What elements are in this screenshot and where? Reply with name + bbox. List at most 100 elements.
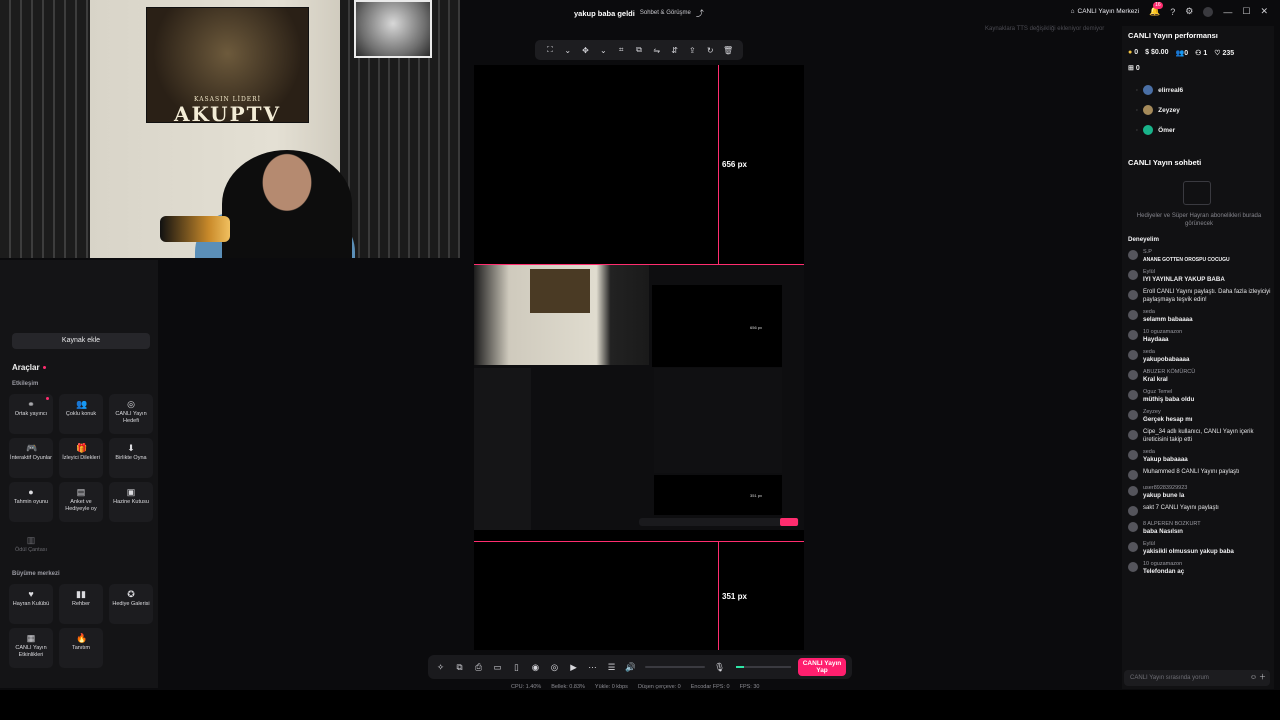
tool-fan-club[interactable]: ♥ Hayran Kulübü xyxy=(9,584,53,624)
chevron-down-icon[interactable]: ⌄ xyxy=(561,46,575,55)
chevron-down-icon[interactable]: ⌄ xyxy=(596,46,610,55)
performance-stats-row: ● 0 $ $0.00 👥0 ⚇ 1 ♡ 235 xyxy=(1128,49,1234,57)
live-center-button[interactable]: ⌂ CANLI Yayın Merkezi xyxy=(1071,8,1139,15)
tool-interactive-games[interactable]: 🎮 İnteraktif Oyunlar xyxy=(9,438,53,478)
section-growth: Büyüme merkezi xyxy=(12,571,60,577)
gift-icon: ⊞ xyxy=(1128,65,1134,72)
treasure-box-icon: ▣ xyxy=(126,487,136,497)
nested-poster xyxy=(530,269,590,313)
chat-message: S.P ANANE GOTTEN OROSPU COCUGU xyxy=(1128,249,1274,264)
tool-multi-guest[interactable]: 👥 Çoklu konuk xyxy=(59,394,103,434)
nested-capture[interactable]: 656 px 351 px xyxy=(474,265,804,530)
live-events-icon: ▦ xyxy=(26,633,36,643)
position-icon[interactable]: ✥ xyxy=(579,46,593,55)
chat-system-message: Muhammed 8 CANLI Yayını paylaştı xyxy=(1128,469,1274,480)
section-interaction: Etkileşim xyxy=(12,381,39,387)
tool-gift-gallery[interactable]: ✪ Hediye Galerisi xyxy=(109,584,153,624)
share-icon xyxy=(1128,506,1138,516)
play-together-icon: ⬇ xyxy=(127,443,135,453)
tool-poll[interactable]: ▤ Anket ve Hediyeyle oy xyxy=(59,482,103,522)
mic-level-slider[interactable] xyxy=(736,666,791,668)
speaker-icon[interactable]: 🔊 xyxy=(624,662,637,673)
tool-viewer-wishes[interactable]: 🎁 İzleyici Dilekleri xyxy=(59,438,103,478)
add-source-button[interactable]: Kaynak ekle xyxy=(12,333,150,349)
chat-message: seda Yakup babaaaa xyxy=(1128,449,1274,464)
share-icon[interactable]: ⤴ xyxy=(696,8,704,19)
multi-guest-icon: 👥 xyxy=(76,399,88,409)
viewer-item[interactable]: · elirreal6 xyxy=(1136,85,1183,95)
flip-vertical-icon[interactable]: ⇵ xyxy=(668,46,682,55)
chat-message: Zeyzey Gerçek hesap mı xyxy=(1128,409,1274,424)
minimize-icon[interactable]: — xyxy=(1223,7,1232,17)
add-user-icon: ⚇ xyxy=(1195,50,1202,57)
chat-message: Oguz Temel müthiş baba oldu xyxy=(1128,389,1274,404)
home-icon: ⌂ xyxy=(1070,8,1075,15)
tool-prediction[interactable]: ● Tahmin oyunu xyxy=(9,482,53,522)
scene-icon[interactable]: ⧉ xyxy=(453,662,466,673)
nested-go-live xyxy=(780,518,798,526)
tool-live-events[interactable]: ▦ CANLI Yayın Etkinlikleri xyxy=(9,628,53,668)
copy-icon[interactable]: ⧉ xyxy=(632,45,646,55)
avatar xyxy=(1128,310,1138,320)
stream-title-pill[interactable]: yakup baba geldi Sohbet & Görüşme ⤴ xyxy=(568,5,710,21)
new-dot xyxy=(42,366,46,370)
tool-play-together[interactable]: ⬇ Birlikte Oyna xyxy=(109,438,153,478)
height-label-bottom: 351 px xyxy=(722,592,747,601)
tool-reward-bag: ▥ Ödül Çantası xyxy=(14,535,48,553)
nested-label-top: 656 px xyxy=(750,325,763,330)
go-live-button[interactable]: CANLI Yayın Yap xyxy=(798,658,846,676)
microphone-icon[interactable]: 🎙 xyxy=(713,662,726,673)
fit-icon[interactable]: ⛶ xyxy=(543,45,557,55)
gear-icon[interactable]: ⚙ xyxy=(1185,6,1193,17)
guide-line xyxy=(718,541,719,650)
new-badge xyxy=(46,397,49,400)
co-host-icon: ⚭ xyxy=(27,399,35,409)
tool-guide[interactable]: ▮▮ Rehber xyxy=(59,584,103,624)
close-icon[interactable]: ✕ xyxy=(1260,6,1268,17)
chat-input[interactable]: CANLI Yayın sırasında yorum ☺ ＋ xyxy=(1124,670,1270,686)
help-icon[interactable]: ? xyxy=(1170,7,1175,17)
camera-icon[interactable]: ⎙ xyxy=(472,662,485,673)
screen-icon[interactable]: ▭ xyxy=(491,662,504,673)
nested-preview xyxy=(652,285,782,367)
emoji-icon[interactable]: ☺ ＋ xyxy=(1250,670,1266,686)
maximize-icon[interactable]: ☐ xyxy=(1242,6,1250,17)
rotate-icon[interactable]: ↻ xyxy=(703,46,717,55)
stream-controls-bar: ✧ ⧉ ⎙ ▭ ▯ ◉ ◎ ▶ ⋯ ☰ 🔊 🎙 CANLI Yayın Yap xyxy=(428,655,852,679)
guide-line xyxy=(474,541,804,542)
viewer-item[interactable]: · Zeyzey xyxy=(1136,105,1180,115)
avatar xyxy=(1143,85,1154,95)
poll-icon: ▤ xyxy=(76,487,86,497)
nested-deep-preview xyxy=(654,475,782,515)
nested-label-bottom: 351 px xyxy=(750,493,763,498)
tool-live-goal[interactable]: ◎ CANLI Yayın Hedefi xyxy=(109,394,153,434)
flip-horizontal-icon[interactable]: ⇋ xyxy=(650,46,664,55)
avatar[interactable] xyxy=(1203,6,1214,17)
volume-slider[interactable] xyxy=(645,666,705,668)
video-icon[interactable]: ▶ xyxy=(567,662,580,673)
chat-message: 10 oguzamazon Telefondan aç xyxy=(1128,561,1274,576)
settings-sliders-icon[interactable]: ☰ xyxy=(605,662,618,673)
chat-list[interactable]: Deneyelim S.P ANANE GOTTEN OROSPU COCUGU … xyxy=(1128,236,1274,664)
tool-co-host[interactable]: ⚭ Ortak yayıncı xyxy=(9,394,53,434)
layer-icon[interactable]: ⇪ xyxy=(685,46,699,55)
avatar xyxy=(1128,330,1138,340)
effects-icon[interactable]: ✧ xyxy=(434,662,447,673)
coins-stat: ● 0 xyxy=(1128,49,1139,56)
replay-icon[interactable]: ◎ xyxy=(548,662,561,673)
share-icon xyxy=(1128,290,1138,300)
bell-icon[interactable]: 🔔 16 xyxy=(1149,2,1163,17)
more-icon[interactable]: ⋯ xyxy=(586,662,599,673)
tool-treasure-box[interactable]: ▣ Hazine Kutusu xyxy=(109,482,153,522)
people-icon: 👥 xyxy=(1175,50,1185,57)
viewer-item[interactable]: · Ömer xyxy=(1136,125,1175,135)
crop-icon[interactable]: ⌗ xyxy=(614,45,628,55)
reward-bag-icon: ▥ xyxy=(26,535,36,545)
chat-message: Deneyelim xyxy=(1128,236,1159,243)
phone-icon[interactable]: ▯ xyxy=(510,662,523,673)
wall-portrait xyxy=(354,0,432,58)
delete-icon[interactable]: 🗑 xyxy=(721,46,735,55)
chat-message: Eylül IYI YAYINLAR YAKUP BABA xyxy=(1128,269,1274,284)
tool-promote[interactable]: 🔥 Tanıtım xyxy=(59,628,103,668)
record-icon[interactable]: ◉ xyxy=(529,662,542,673)
